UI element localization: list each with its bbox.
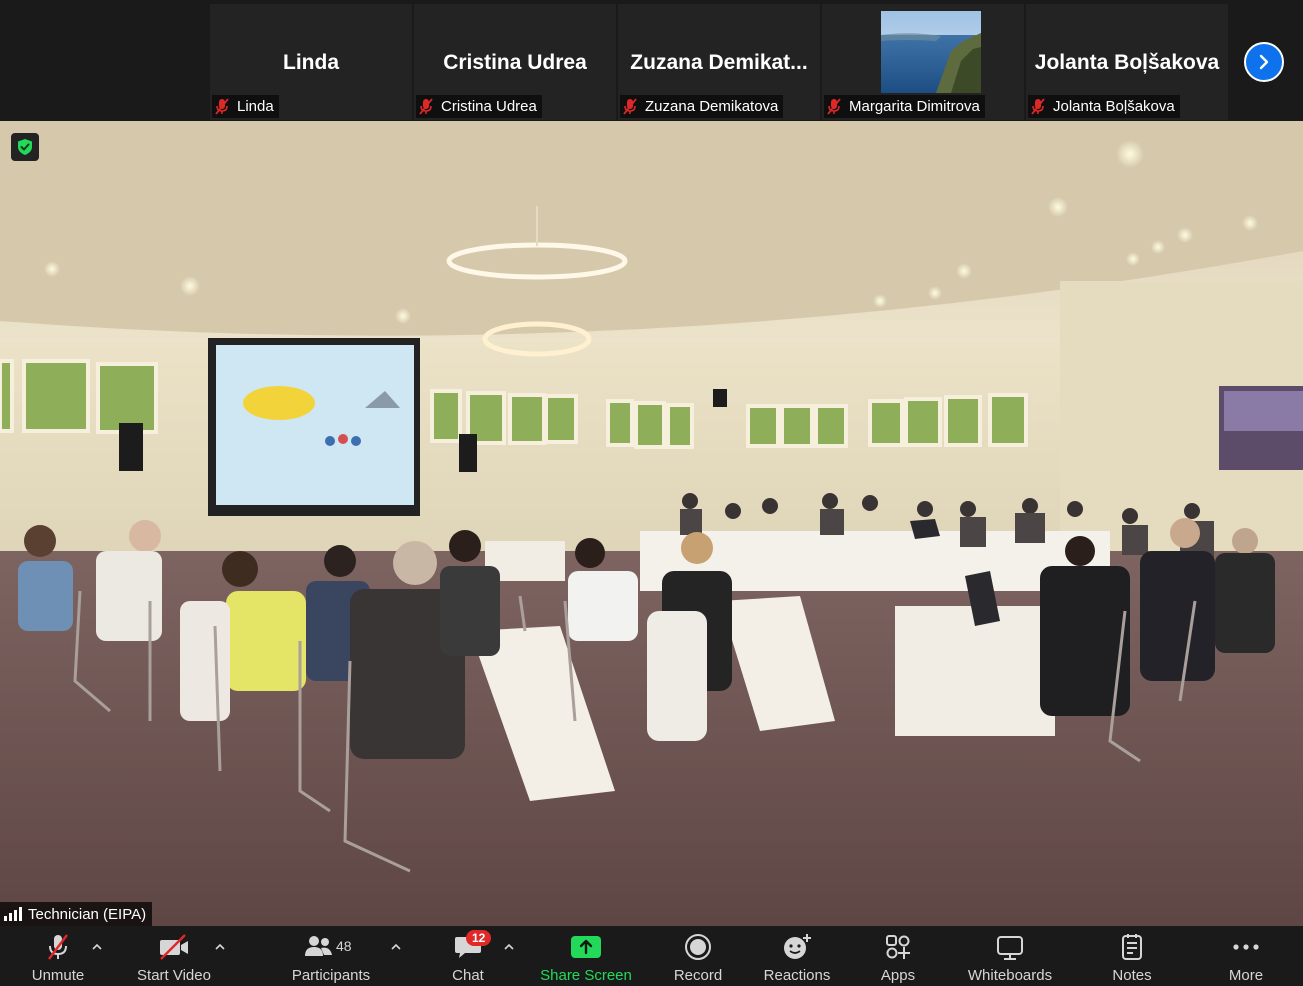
participant-name: Zuzana Demikat... [630, 51, 808, 74]
chevron-right-icon [1259, 54, 1269, 70]
participants-button[interactable]: 48 Participants [285, 926, 377, 986]
mic-muted-icon [215, 98, 229, 115]
record-label: Record [673, 967, 723, 984]
mic-muted-icon [1031, 98, 1045, 115]
next-page-button[interactable] [1244, 42, 1284, 82]
participant-tile[interactable]: Jolanta Boļšakova Jolanta Boļšakova [1026, 4, 1228, 120]
shield-check-icon [18, 139, 32, 155]
reactions-button[interactable]: Reactions [761, 926, 833, 986]
participant-label: Linda [212, 95, 279, 118]
participants-icon [305, 936, 332, 956]
unmute-label: Unmute [31, 967, 85, 984]
more-button[interactable]: More [1222, 926, 1270, 986]
whiteboards-label: Whiteboards [967, 967, 1053, 984]
share-screen-button[interactable]: Share Screen [539, 926, 633, 986]
participant-tile[interactable]: Cristina Udrea Cristina Udrea [414, 4, 616, 120]
smiley-plus-icon [784, 934, 811, 959]
whiteboards-button[interactable]: Whiteboards [962, 926, 1058, 986]
apps-button[interactable]: Apps [876, 926, 920, 986]
notes-icon [1122, 934, 1142, 960]
participant-name: Jolanta Boļšakova [1034, 51, 1220, 74]
more-dots-icon [1233, 944, 1259, 950]
participants-options-chevron-up-icon[interactable] [390, 942, 402, 952]
chat-options-chevron-up-icon[interactable] [503, 942, 515, 952]
participant-tile[interactable]: Zuzana Demikat... Zuzana Demikatova [618, 4, 820, 120]
coastline-photo-icon [881, 11, 981, 93]
participant-label-text: Cristina Udrea [441, 98, 537, 115]
gallery-strip: Linda Linda Cristina Udrea Cristina Udre… [0, 0, 1303, 121]
chat-unread-badge: 12 [466, 930, 492, 946]
microphone-muted-icon [48, 934, 68, 960]
encryption-shield-icon[interactable] [11, 133, 39, 161]
unmute-button[interactable]: Unmute [23, 926, 93, 986]
participant-name: Linda [283, 51, 339, 74]
video-camera-off-icon [160, 934, 188, 960]
start-video-button[interactable]: Start Video [130, 926, 218, 986]
reactions-label: Reactions [763, 967, 831, 984]
apps-grid-icon [886, 935, 910, 959]
share-screen-arrow-icon [571, 936, 601, 958]
mic-muted-icon [827, 98, 841, 115]
meeting-toolbar: Unmute Start Video 48 Participants 12 Ch… [0, 926, 1303, 986]
notes-button[interactable]: Notes [1108, 926, 1156, 986]
participant-tile[interactable]: Margarita Dimitrova [822, 4, 1024, 120]
record-icon [685, 934, 711, 960]
profile-picture [881, 11, 981, 93]
apps-label: Apps [880, 967, 916, 984]
mic-muted-icon [419, 98, 433, 115]
more-label: More [1228, 967, 1264, 984]
video-options-chevron-up-icon[interactable] [214, 942, 226, 952]
participant-label: Zuzana Demikatova [620, 95, 784, 118]
share-screen-label: Share Screen [540, 967, 632, 984]
record-button[interactable]: Record [670, 926, 726, 986]
chat-button[interactable]: 12 Chat [446, 926, 492, 986]
participant-label-text: Jolanta Boļšakova [1053, 98, 1175, 115]
active-speaker-name: Technician (EIPA) [28, 905, 147, 923]
participants-label: Participants [291, 967, 371, 984]
main-video [0, 121, 1303, 926]
mic-muted-icon [623, 98, 637, 115]
chat-label: Chat [452, 967, 484, 984]
whiteboard-icon [997, 936, 1023, 960]
conference-room-video-frame [0, 121, 1303, 926]
network-signal-icon [4, 907, 22, 921]
participant-label-text: Linda [237, 98, 274, 115]
notes-label: Notes [1112, 967, 1152, 984]
participant-label-text: Margarita Dimitrova [849, 98, 980, 115]
active-speaker-label: Technician (EIPA) [0, 902, 153, 926]
participant-label: Cristina Udrea [416, 95, 542, 118]
participant-label: Jolanta Boļšakova [1028, 95, 1180, 118]
start-video-label: Start Video [137, 967, 211, 984]
participant-label-text: Zuzana Demikatova [645, 98, 779, 115]
participant-name: Cristina Udrea [443, 51, 587, 74]
participants-count: 48 [336, 938, 352, 954]
audio-options-chevron-up-icon[interactable] [91, 942, 103, 952]
participant-label: Margarita Dimitrova [824, 95, 985, 118]
participant-tile[interactable]: Linda Linda [210, 4, 412, 120]
